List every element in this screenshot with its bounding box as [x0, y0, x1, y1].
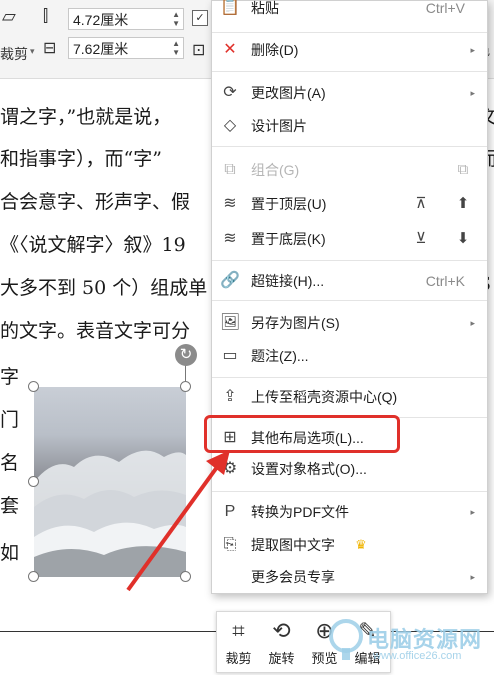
crop-dropdown-label[interactable]: 裁剪 — [0, 44, 28, 64]
menu-item-hyperlink[interactable]: 🔗 超链接(H)... Ctrl+K — [212, 265, 487, 297]
annotation-arrow — [126, 450, 230, 592]
doc-line: 的文字。表音文字可分 — [0, 320, 191, 342]
doc-line: 门 — [0, 409, 20, 431]
doc-line: 名 — [0, 452, 20, 474]
menu-item-change-picture[interactable]: ⟳ 更改图片(A) ▸ — [212, 77, 487, 109]
menu-separator — [212, 32, 487, 33]
watermark: 电脑资源网 www.office26.com — [325, 610, 494, 670]
menu-item-save-as-picture[interactable]: 🖼 另存为图片(S) ▸ — [212, 307, 487, 339]
menu-item-group[interactable]: ⧉ 组合(G) ⧉ — [212, 154, 487, 186]
change-picture-icon: ⟳ — [223, 84, 237, 101]
crop-box-icon[interactable]: ▱ — [2, 6, 16, 27]
upload-icon: ⇪ — [223, 388, 237, 405]
menu-item-design-picture[interactable]: ◇ 设计图片 — [212, 110, 487, 142]
context-menu: 📋 粘贴 Ctrl+V ✕ 删除(D) ▸ ⟳ 更改图片(A) ▸ ◇ 设计图片… — [211, 0, 488, 594]
link-icon: 🔗 — [220, 272, 240, 289]
menu-separator — [212, 71, 487, 72]
ungroup-icon: ⧉ — [457, 161, 469, 178]
save-picture-icon: 🖼 — [220, 314, 241, 331]
doc-line: 套 — [0, 495, 20, 517]
width-icon: ⊟ — [43, 40, 57, 57]
menu-separator — [212, 300, 487, 301]
doc-line: 字 — [0, 366, 20, 388]
menu-separator — [212, 491, 487, 492]
rotate-handle-icon[interactable]: ↻ — [175, 344, 197, 366]
height-icon: ⫿ — [43, 8, 49, 25]
bring-front-alt-icon[interactable]: ⬆ — [453, 194, 473, 214]
width-field[interactable]: 7.62厘米 ▲ ▼ — [68, 37, 184, 59]
doc-line: 合会意字、形声字、假 — [0, 191, 191, 213]
lock-ratio-checkbox[interactable]: ✓ — [192, 10, 208, 26]
chevron-right-icon: ▸ — [470, 572, 475, 582]
chevron-right-icon: ▸ — [470, 507, 475, 517]
menu-separator — [212, 377, 487, 378]
group-icon: ⧉ — [224, 161, 236, 178]
send-to-back-icon: ≋ — [223, 230, 237, 247]
chevron-down-icon[interactable]: ▾ — [30, 46, 35, 57]
design-picture-icon: ◇ — [223, 117, 237, 134]
delete-x-icon: ✕ — [223, 41, 237, 58]
menu-item-bring-to-front[interactable]: ≋ 置于顶层(U) ⊼ ⬆ — [212, 188, 487, 220]
watermark-logo-icon — [329, 619, 363, 660]
menu-item-convert-pdf[interactable]: P 转换为PDF文件 ▸ — [212, 496, 487, 528]
resize-handle-mid-left[interactable] — [28, 476, 39, 487]
menu-item-member-more[interactable]: 更多会员专享 ▸ — [212, 561, 487, 593]
caption-icon: ▭ — [222, 347, 238, 364]
rotate-icon: ⟲ — [272, 618, 291, 643]
height-value: 4.72厘米 — [73, 12, 129, 28]
rotate-button[interactable]: ⟲ 旋转 — [260, 612, 303, 672]
menu-separator — [212, 146, 487, 147]
menu-item-extract-text[interactable]: ⎘ 提取图中文字 ♛ — [212, 529, 487, 561]
doc-line: 大多不到 50 个）组成单 — [0, 277, 208, 299]
send-backward-icon[interactable]: ⊻ — [411, 229, 431, 249]
resize-handle-top-left[interactable] — [28, 381, 39, 392]
menu-item-send-to-back[interactable]: ≋ 置于底层(K) ⊻ ⬇ — [212, 223, 487, 255]
chevron-right-icon: ▸ — [470, 45, 475, 55]
menu-item-delete[interactable]: ✕ 删除(D) ▸ — [212, 34, 487, 66]
menu-separator — [212, 260, 487, 261]
bring-forward-icon[interactable]: ⊼ — [411, 194, 431, 214]
watermark-url: www.office26.com — [373, 650, 462, 662]
paste-icon: 📋 — [220, 0, 240, 16]
menu-item-format-object[interactable]: ⚙ 设置对象格式(O)... — [212, 453, 487, 485]
doc-line: 和指事字），而“字” — [0, 148, 162, 170]
menu-item-paste[interactable]: 📋 粘贴 Ctrl+V — [212, 0, 487, 24]
reset-size-icon[interactable]: ⊡ — [192, 40, 205, 60]
width-value: 7.62厘米 — [73, 41, 129, 57]
doc-line: 谓之字，”也就是说， — [0, 106, 172, 128]
height-stepper-icon[interactable]: ▲ ▼ — [172, 10, 180, 28]
crop-icon: ⌗ — [232, 618, 245, 643]
height-field[interactable]: 4.72厘米 ▲ ▼ — [68, 8, 184, 30]
send-back-alt-icon[interactable]: ⬇ — [453, 229, 473, 249]
resize-handle-bottom-left[interactable] — [28, 571, 39, 582]
doc-line: 如 — [0, 542, 20, 564]
menu-item-caption[interactable]: ▭ 题注(Z)... — [212, 340, 487, 372]
menu-item-upload[interactable]: ⇪ 上传至稻壳资源中心(Q) — [212, 381, 487, 413]
crop-button[interactable]: ⌗ 裁剪 — [217, 612, 260, 672]
chevron-right-icon: ▸ — [470, 318, 475, 328]
bring-to-front-icon: ≋ — [223, 195, 237, 212]
doc-line: 《〈说文解字〉叙》19 — [0, 234, 186, 256]
resize-handle-top-right[interactable] — [180, 381, 191, 392]
width-stepper-icon[interactable]: ▲ ▼ — [172, 39, 180, 57]
crown-icon: ♛ — [355, 537, 367, 552]
chevron-right-icon: ▸ — [470, 88, 475, 98]
